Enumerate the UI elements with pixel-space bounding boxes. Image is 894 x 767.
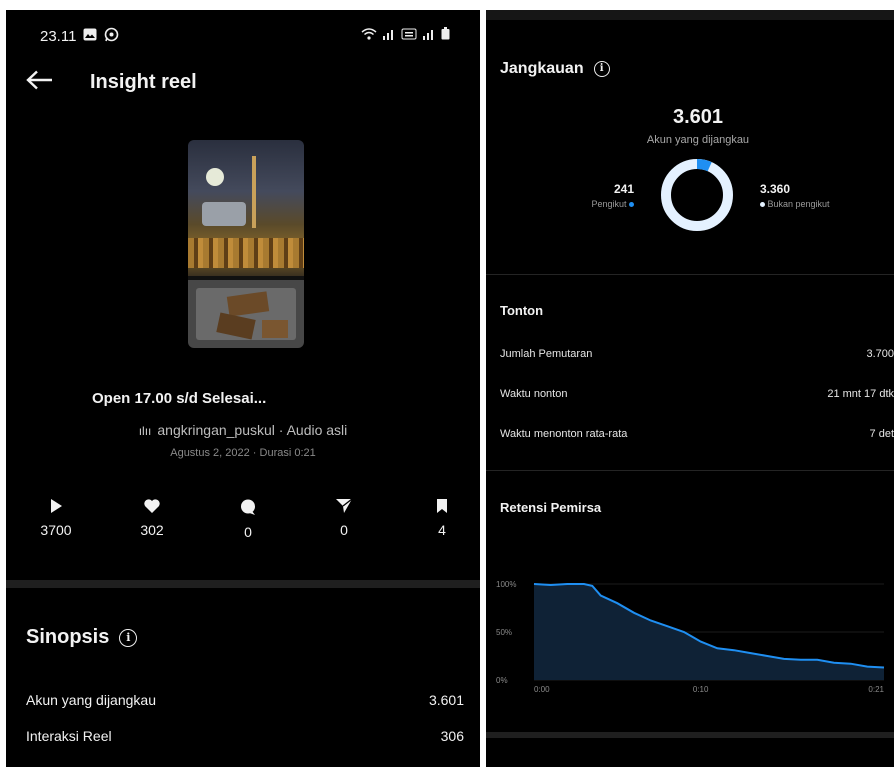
watch-value: 3.700	[866, 348, 894, 360]
info-icon[interactable]: i	[593, 61, 610, 77]
x-tick-label: 0:00	[534, 685, 550, 694]
saves-count: 4	[438, 522, 446, 538]
thumbnail-top-image	[188, 140, 304, 276]
header: Insight reel	[26, 70, 197, 95]
synopsis-value: 306	[440, 728, 464, 744]
whatsapp-icon	[104, 27, 119, 46]
non-followers-count: 3.360	[760, 182, 791, 196]
watch-label: Jumlah Pemutaran	[500, 348, 593, 360]
wifi-icon	[361, 27, 377, 45]
pole-shape	[252, 156, 256, 228]
y-tick-label: 100%	[496, 580, 516, 589]
status-time: 23.11	[40, 27, 77, 45]
reach-total-label: Akun yang dijangkau	[646, 134, 750, 146]
watch-row-time: Waktu nonton 21 mnt 17 dtk	[500, 388, 894, 400]
section-divider	[486, 732, 894, 738]
reel-stats: 3700 302 0 0 4	[26, 498, 471, 558]
watch-value: 7 det	[869, 428, 894, 440]
comments-count: 0	[244, 524, 252, 540]
section-divider	[6, 580, 480, 588]
non-followers-dot	[760, 202, 765, 208]
heart-icon	[122, 498, 182, 514]
retention-chart: 100% 50% 0% 0:00 0:10 0:21	[496, 580, 885, 694]
watch-title: Tonton	[500, 303, 544, 318]
donut-non-followers-arc	[661, 159, 733, 231]
synopsis-heading: Sinopsis i	[26, 626, 138, 649]
battery-icon	[441, 27, 450, 45]
reach-title: Jangkauan	[500, 60, 584, 77]
x-tick-label: 0:21	[868, 685, 884, 694]
synopsis-value: 3.601	[428, 692, 464, 708]
gallery-icon	[83, 28, 97, 45]
status-bar: 23.11	[40, 26, 450, 46]
watch-row-average: Waktu menonton rata-rata 7 det	[500, 428, 894, 440]
watch-label: Waktu nonton	[500, 388, 568, 400]
x-tick-label: 0:10	[693, 685, 709, 694]
reach-total: 3.601	[672, 106, 724, 128]
watch-value: 21 mnt 17 dtk	[827, 388, 894, 400]
followers-dot	[629, 202, 634, 208]
synopsis-label: Interaksi Reel	[26, 728, 112, 744]
audio-wave-icon: ılıı	[138, 424, 152, 438]
cake-shape	[262, 320, 288, 338]
non-followers-label: Bukan pengikut	[767, 199, 830, 209]
shares-count: 0	[340, 522, 348, 538]
retention-title: Retensi Pemirsa	[500, 500, 602, 515]
likes-count: 302	[140, 522, 164, 538]
followers-label-row: Pengikut	[564, 199, 634, 209]
left-screen: 23.11 Insight reel Open 17.00 s/d Selesa…	[6, 10, 480, 767]
signal-icon-2	[422, 27, 436, 45]
send-icon	[314, 498, 374, 514]
shares-stat: 0	[314, 498, 374, 538]
lamp-shape	[206, 168, 224, 186]
reel-caption: Open 17.00 s/d Selesai...	[92, 390, 267, 407]
plays-stat: 3700	[26, 498, 86, 538]
y-tick-label: 50%	[496, 628, 512, 637]
saves-stat: 4	[412, 498, 472, 538]
reel-audio[interactable]: ılıı angkringan_puskul · Audio asli	[6, 422, 480, 438]
y-tick-label: 0%	[496, 676, 508, 685]
synopsis-title: Sinopsis	[26, 626, 110, 648]
page-title: Insight reel	[90, 71, 197, 93]
followers-count: 241	[613, 182, 634, 196]
food-shape	[188, 238, 304, 268]
comments-stat: 0	[218, 498, 278, 540]
volte-icon	[401, 27, 417, 45]
watch-label: Waktu menonton rata-rata	[500, 428, 628, 440]
right-screen: Jangkauan i 3.601 Akun yang dijangkau 24…	[486, 10, 894, 767]
signal-icon	[382, 27, 396, 45]
watch-row-plays: Jumlah Pemutaran 3.700	[500, 348, 894, 360]
thumbnail-bottom-image	[188, 280, 304, 348]
section-separator	[486, 470, 894, 471]
reel-meta: Agustus 2, 2022 · Durasi 0:21	[170, 447, 316, 459]
section-separator	[486, 274, 894, 275]
info-icon[interactable]: i	[119, 628, 138, 647]
comment-icon	[218, 498, 278, 516]
likes-stat: 302	[122, 498, 182, 538]
audio-label: angkringan_puskul · Audio asli	[157, 422, 348, 438]
back-arrow-icon[interactable]	[26, 70, 54, 95]
non-followers-label-row: Bukan pengikut	[760, 199, 880, 209]
followers-label: Pengikut	[591, 199, 627, 209]
bookmark-icon	[412, 498, 472, 514]
plays-count: 3700	[40, 522, 72, 538]
non-followers-stat: 3.360 Bukan pengikut	[760, 182, 880, 209]
reach-heading: Jangkauan i	[500, 60, 610, 78]
synopsis-row-reach: Akun yang dijangkau 3.601	[26, 692, 464, 708]
reel-thumbnail[interactable]	[188, 140, 304, 348]
reach-donut-chart	[661, 159, 733, 231]
play-icon	[26, 498, 86, 514]
pan-shape	[202, 202, 246, 226]
followers-stat: 241 Pengikut	[564, 182, 634, 209]
synopsis-label: Akun yang dijangkau	[26, 692, 156, 708]
synopsis-row-interactions: Interaksi Reel 306	[26, 728, 464, 744]
